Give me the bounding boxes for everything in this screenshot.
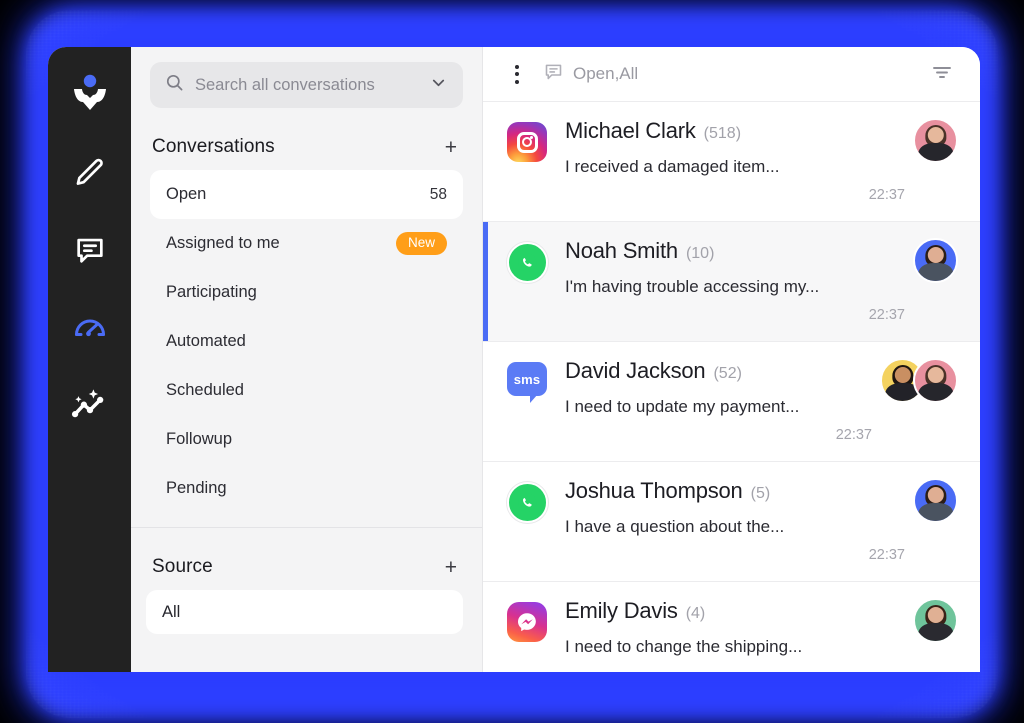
avatar-group <box>905 598 958 672</box>
panel-divider <box>131 527 482 528</box>
message-count: (52) <box>713 365 742 382</box>
filter-lines-icon[interactable] <box>924 54 960 95</box>
source-section-header: Source + <box>131 550 482 584</box>
sidebar-item-scheduled[interactable]: Scheduled <box>150 366 463 415</box>
instagram-icon <box>507 118 551 209</box>
message-count: (4) <box>685 605 706 622</box>
timestamp: 22:37 <box>868 307 905 323</box>
contact-name: Michael Clark <box>565 118 696 143</box>
contact-name: Joshua Thompson <box>565 478 743 503</box>
sidebar-item-label: Pending <box>166 479 227 497</box>
avatar-group <box>905 238 958 329</box>
sidebar-item-automated[interactable]: Automated <box>150 317 463 366</box>
avatar <box>913 238 958 283</box>
whatsapp-icon <box>507 478 551 569</box>
conversation-row[interactable]: Michael Clark (518) I received a damaged… <box>483 102 980 222</box>
avatar <box>913 478 958 523</box>
conversation-content: Emily Davis (4) I need to change the shi… <box>551 598 905 672</box>
messenger-icon <box>507 598 551 672</box>
sidebar-item-pending[interactable]: Pending <box>150 464 463 513</box>
search-icon <box>165 73 184 97</box>
left-panel: Conversations + Open 58 Assigned to me N… <box>131 47 483 672</box>
contact-name: Emily Davis <box>565 598 678 623</box>
whatsapp-icon <box>507 238 551 329</box>
timestamp: 22:37 <box>868 187 905 203</box>
message-count: (10) <box>685 245 715 262</box>
avatar-group <box>905 478 958 569</box>
people-x-logo-icon[interactable] <box>64 70 116 122</box>
conversation-content: David Jackson (52) I need to update my p… <box>551 358 872 449</box>
sms-label: sms <box>507 362 547 403</box>
sidebar-item-followup[interactable]: Followup <box>150 415 463 464</box>
conversation-row[interactable]: Emily Davis (4) I need to change the shi… <box>483 582 980 672</box>
conversation-row-selected[interactable]: Noah Smith (10) I'm having trouble acces… <box>483 222 980 342</box>
message-preview: I need to update my payment... <box>565 397 800 416</box>
avatar <box>913 358 958 403</box>
contact-name: Noah Smith <box>565 238 678 263</box>
contact-name: David Jackson <box>565 358 706 383</box>
app-window: Conversations + Open 58 Assigned to me N… <box>48 47 980 672</box>
status-badge: New <box>395 232 447 255</box>
sidebar-item-participating[interactable]: Participating <box>150 268 463 317</box>
add-source-button[interactable]: + <box>441 555 461 580</box>
sparkle-chart-icon[interactable] <box>64 378 116 430</box>
message-preview: I need to change the shipping... <box>565 637 803 656</box>
message-preview: I received a damaged item... <box>565 157 780 176</box>
active-filter-label: Open,All <box>573 64 639 83</box>
sidebar-item-source-all[interactable]: All <box>146 590 463 634</box>
search-input[interactable] <box>195 75 418 95</box>
chat-bubble-icon[interactable] <box>64 224 116 276</box>
add-conversation-button[interactable]: + <box>441 135 461 160</box>
sidebar-item-label: Participating <box>166 283 257 301</box>
conversations-title: Conversations <box>152 136 275 157</box>
conversation-row[interactable]: sms David Jackson (52) I need to update … <box>483 342 980 462</box>
sidebar-item-label: Open <box>166 185 207 203</box>
message-preview: I have a question about the... <box>565 517 785 536</box>
conversation-row[interactable]: Joshua Thompson (5) I have a question ab… <box>483 462 980 582</box>
sidebar-item-open[interactable]: Open 58 <box>150 170 463 219</box>
sidebar-item-label: Automated <box>166 332 246 350</box>
sms-icon: sms <box>507 358 551 449</box>
message-count: (5) <box>750 485 771 502</box>
icon-rail <box>48 47 131 672</box>
pencil-icon[interactable] <box>64 147 116 199</box>
sidebar-item-label: Assigned to me <box>166 234 280 252</box>
avatar-group <box>872 358 958 449</box>
source-title: Source <box>152 556 213 577</box>
avatar <box>913 118 958 163</box>
source-item-label: All <box>162 602 181 621</box>
search-bar[interactable] <box>150 62 463 108</box>
sidebar-item-count: 58 <box>429 185 447 203</box>
timestamp: 22:37 <box>835 427 872 443</box>
screenshot-root: Conversations + Open 58 Assigned to me N… <box>0 0 1024 723</box>
conversation-content: Michael Clark (518) I received a damaged… <box>551 118 905 209</box>
chat-bubble-icon <box>543 61 564 87</box>
kebab-menu-icon[interactable] <box>509 61 525 88</box>
sidebar-item-assigned-to-me[interactable]: Assigned to me New <box>150 219 463 268</box>
sidebar-item-label: Scheduled <box>166 381 244 399</box>
conversation-list-panel: Open,All Michael Clark (518) I received … <box>483 47 980 672</box>
message-count: (518) <box>703 125 742 142</box>
conversation-list-header: Open,All <box>483 47 980 102</box>
avatar <box>913 598 958 643</box>
chevron-down-icon[interactable] <box>429 73 448 97</box>
avatar-group <box>905 118 958 209</box>
conversations-section-header: Conversations + <box>131 130 482 164</box>
conversation-content: Joshua Thompson (5) I have a question ab… <box>551 478 905 569</box>
sidebar-item-label: Followup <box>166 430 233 448</box>
conversation-content: Noah Smith (10) I'm having trouble acces… <box>551 238 905 329</box>
active-filter-chip[interactable]: Open,All <box>543 61 638 87</box>
message-preview: I'm having trouble accessing my... <box>565 277 820 296</box>
conversations-nav-list: Open 58 Assigned to me New Participating… <box>131 170 482 513</box>
timestamp: 22:37 <box>868 547 905 563</box>
gauge-icon[interactable] <box>64 301 116 353</box>
